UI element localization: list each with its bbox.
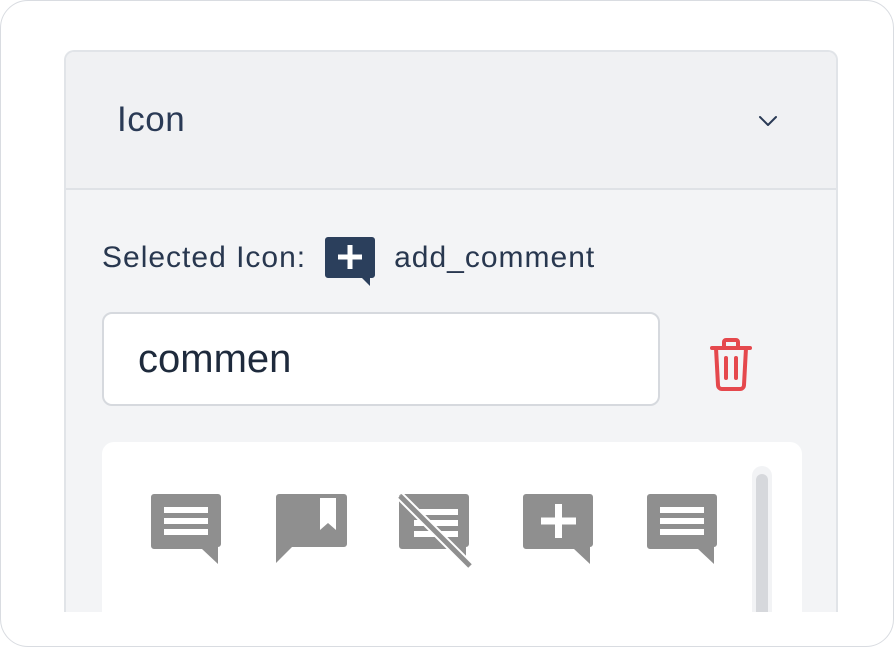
chevron-down-icon[interactable] xyxy=(756,109,780,133)
chat-icon[interactable] xyxy=(646,492,722,568)
icon-panel: Icon Selected Icon: add_comment xyxy=(64,50,838,612)
add-comment-icon xyxy=(325,237,376,286)
add-comment-icon[interactable] xyxy=(522,492,598,568)
comment-bank-icon[interactable] xyxy=(274,492,350,568)
trash-icon[interactable] xyxy=(706,336,756,392)
panel-title: Icon xyxy=(117,100,186,139)
selected-icon-row: Selected Icon: add_comment xyxy=(102,230,595,286)
selected-icon-label: Selected Icon: xyxy=(102,241,307,274)
comment-icon[interactable] xyxy=(150,492,226,568)
selected-icon-name: add_comment xyxy=(394,241,596,274)
results-scrollbar[interactable] xyxy=(752,466,772,612)
icon-results-grid xyxy=(102,442,802,612)
comments-disabled-icon[interactable] xyxy=(398,492,474,568)
scrollbar-thumb[interactable] xyxy=(756,474,768,612)
app-frame: Icon Selected Icon: add_comment xyxy=(0,0,894,647)
panel-header[interactable]: Icon xyxy=(66,52,836,190)
icon-search-input[interactable] xyxy=(102,312,660,406)
